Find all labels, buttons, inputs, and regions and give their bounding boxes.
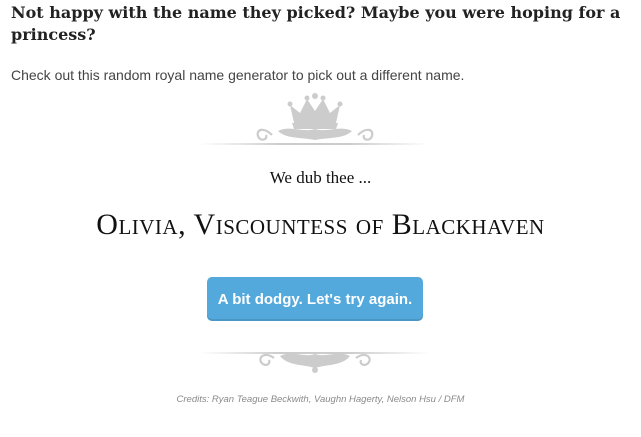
crown-flourish-icon bbox=[200, 93, 430, 145]
dub-text: We dub thee ... bbox=[269, 168, 372, 187]
scroll-flourish-icon bbox=[200, 352, 430, 373]
headline: Not happy with the name they picked? May… bbox=[11, 3, 621, 44]
intro-text: Check out this random royal name generat… bbox=[11, 67, 465, 83]
royal-name-result: Olivia, Viscountess of Blackhaven bbox=[96, 208, 545, 241]
royal-name-generator-page: Not happy with the name they picked? May… bbox=[0, 0, 641, 437]
try-again-button[interactable]: A bit dodgy. Let's try again. bbox=[207, 277, 423, 321]
credits-text: Credits: Ryan Teague Beckwith, Vaughn Ha… bbox=[176, 394, 465, 405]
